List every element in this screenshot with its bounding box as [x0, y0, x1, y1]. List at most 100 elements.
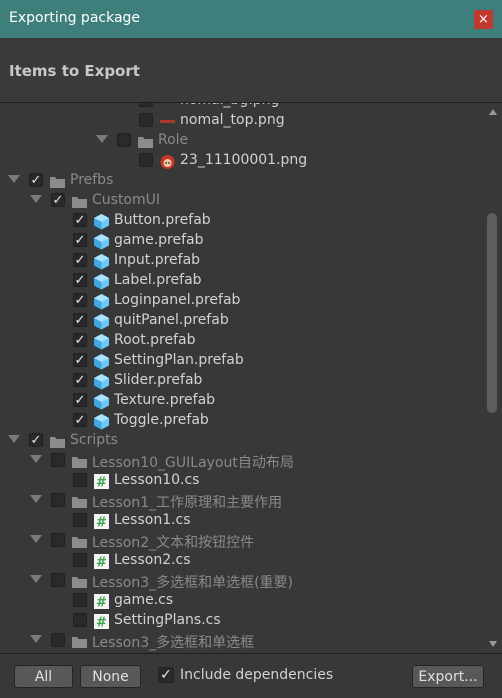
tree-item-label: Button.prefab — [114, 212, 211, 228]
tree-item-label: Toggle.prefab — [114, 412, 209, 428]
vertical-scrollbar[interactable] — [484, 103, 502, 653]
tree-folder-row[interactable]: ✓ Scripts — [0, 431, 484, 451]
tree-folder-row[interactable]: ✓ Prefbs — [0, 171, 484, 191]
include-dependencies-label: Include dependencies — [180, 667, 334, 683]
item-checkbox[interactable] — [73, 553, 87, 567]
tree-file-row[interactable]: ✓ Input.prefab — [0, 251, 484, 271]
tree-item-label: Input.prefab — [114, 252, 201, 268]
item-checkbox[interactable] — [51, 573, 65, 587]
tree-file-row[interactable]: # game.cs — [0, 591, 484, 611]
tree-folder-row[interactable]: Lesson1_工作原理和主要作用 — [0, 491, 484, 511]
tree-item-label: 23_11100001.png — [180, 152, 308, 168]
expand-arrow-icon[interactable] — [30, 575, 42, 583]
item-checkbox[interactable] — [51, 633, 65, 647]
scroll-up-arrow-icon[interactable] — [489, 109, 497, 115]
tree-file-row[interactable]: # Lesson10.cs — [0, 471, 484, 491]
tree-file-row[interactable]: ✓ Slider.prefab — [0, 371, 484, 391]
tree-file-row[interactable]: # SettingPlans.cs — [0, 611, 484, 631]
folder-icon — [71, 533, 88, 550]
tree-file-row[interactable]: ✓ SettingPlan.prefab — [0, 351, 484, 371]
tree-folder-row[interactable]: Lesson3_多选框和单选框(重要) — [0, 571, 484, 591]
tree-item-label: Lesson1_工作原理和主要作用 — [92, 495, 283, 511]
svg-text:#: # — [96, 596, 107, 611]
tree-file-row[interactable]: ✓ Root.prefab — [0, 331, 484, 351]
folder-icon — [71, 453, 88, 470]
item-checkbox[interactable]: ✓ — [73, 273, 87, 287]
item-checkbox[interactable] — [51, 453, 65, 467]
tree-item-label: Slider.prefab — [114, 372, 203, 388]
tree-file-row[interactable]: # Lesson1.cs — [0, 511, 484, 531]
expand-arrow-icon[interactable] — [30, 195, 42, 203]
item-checkbox[interactable]: ✓ — [73, 333, 87, 347]
tree-folder-row[interactable]: Lesson3_多选框和单选框 — [0, 631, 484, 651]
tree-item-label: nomal_top.png — [180, 112, 285, 128]
item-checkbox[interactable] — [117, 133, 131, 147]
tree-file-row[interactable]: nomal_bg.png — [0, 103, 484, 111]
item-checkbox[interactable] — [139, 113, 153, 127]
footer-bar: All None ✓ Include dependencies Export..… — [0, 653, 502, 698]
tree-file-row[interactable]: # Lesson2.cs — [0, 551, 484, 571]
item-checkbox[interactable]: ✓ — [73, 373, 87, 387]
prefab-icon — [93, 253, 110, 270]
item-checkbox[interactable] — [73, 593, 87, 607]
export-button[interactable]: Export... — [412, 665, 484, 688]
expand-arrow-icon[interactable] — [96, 135, 108, 143]
csharp-script-icon: # — [93, 513, 110, 531]
item-checkbox[interactable]: ✓ — [73, 293, 87, 307]
tree-folder-row[interactable]: Role — [0, 131, 484, 151]
include-dependencies-checkbox[interactable]: ✓ — [158, 667, 174, 683]
window-title: Exporting package — [9, 10, 141, 26]
prefab-icon — [93, 333, 110, 350]
tree-file-row[interactable]: ✓ Toggle.prefab — [0, 411, 484, 431]
close-button[interactable]: × — [474, 10, 493, 29]
expand-arrow-icon[interactable] — [30, 635, 42, 643]
item-checkbox[interactable]: ✓ — [73, 393, 87, 407]
tree-folder-row[interactable]: Lesson2_文本和按钮控件 — [0, 531, 484, 551]
tree-item-label: SettingPlan.prefab — [114, 352, 244, 368]
tree-folder-row[interactable]: ✓ CustomUI — [0, 191, 484, 211]
tree-file-row[interactable]: 23_11100001.png — [0, 151, 484, 171]
expand-arrow-icon[interactable] — [8, 435, 20, 443]
tree-file-row[interactable]: ✓ Button.prefab — [0, 211, 484, 231]
item-checkbox[interactable]: ✓ — [73, 353, 87, 367]
item-checkbox[interactable]: ✓ — [29, 173, 43, 187]
item-checkbox[interactable] — [73, 513, 87, 527]
scrollbar-thumb[interactable] — [487, 213, 497, 413]
tree-file-row[interactable]: ✓ Label.prefab — [0, 271, 484, 291]
tree-folder-row[interactable]: Lesson10_GUILayout自动布局 — [0, 451, 484, 471]
tree-file-row[interactable]: nomal_top.png — [0, 111, 484, 131]
expand-arrow-icon[interactable] — [8, 175, 20, 183]
select-none-button[interactable]: None — [80, 665, 141, 688]
tree-file-row[interactable]: ✓ Texture.prefab — [0, 391, 484, 411]
prefab-icon — [93, 313, 110, 330]
tree-file-row[interactable]: ✓ game.prefab — [0, 231, 484, 251]
prefab-icon — [93, 353, 110, 370]
tree-item-label: Lesson3_多选框和单选框(重要) — [92, 575, 294, 591]
export-package-window: Exporting package × Items to Export noma… — [0, 0, 502, 698]
item-checkbox[interactable]: ✓ — [73, 213, 87, 227]
item-checkbox[interactable] — [73, 473, 87, 487]
item-checkbox[interactable] — [139, 153, 153, 167]
tree-file-row[interactable]: ✓ Loginpanel.prefab — [0, 291, 484, 311]
item-checkbox[interactable]: ✓ — [73, 253, 87, 267]
item-checkbox[interactable] — [51, 493, 65, 507]
title-bar[interactable]: Exporting package × — [0, 0, 502, 38]
item-checkbox[interactable]: ✓ — [29, 433, 43, 447]
item-checkbox[interactable]: ✓ — [73, 413, 87, 427]
expand-arrow-icon[interactable] — [30, 495, 42, 503]
scroll-down-arrow-icon[interactable] — [489, 641, 497, 647]
tree-item-label: Role — [158, 132, 189, 148]
item-checkbox[interactable]: ✓ — [73, 313, 87, 327]
tree-file-row[interactable]: ✓ quitPanel.prefab — [0, 311, 484, 331]
tree-item-label: nomal_bg.png — [180, 103, 279, 108]
expand-arrow-icon[interactable] — [30, 535, 42, 543]
csharp-script-icon: # — [93, 593, 110, 611]
expand-arrow-icon[interactable] — [30, 455, 42, 463]
item-checkbox[interactable] — [51, 533, 65, 547]
item-checkbox[interactable] — [73, 613, 87, 627]
item-checkbox[interactable]: ✓ — [51, 193, 65, 207]
item-checkbox[interactable]: ✓ — [73, 233, 87, 247]
item-checkbox[interactable] — [139, 103, 153, 107]
select-all-button[interactable]: All — [14, 665, 73, 688]
folder-icon — [137, 133, 154, 150]
